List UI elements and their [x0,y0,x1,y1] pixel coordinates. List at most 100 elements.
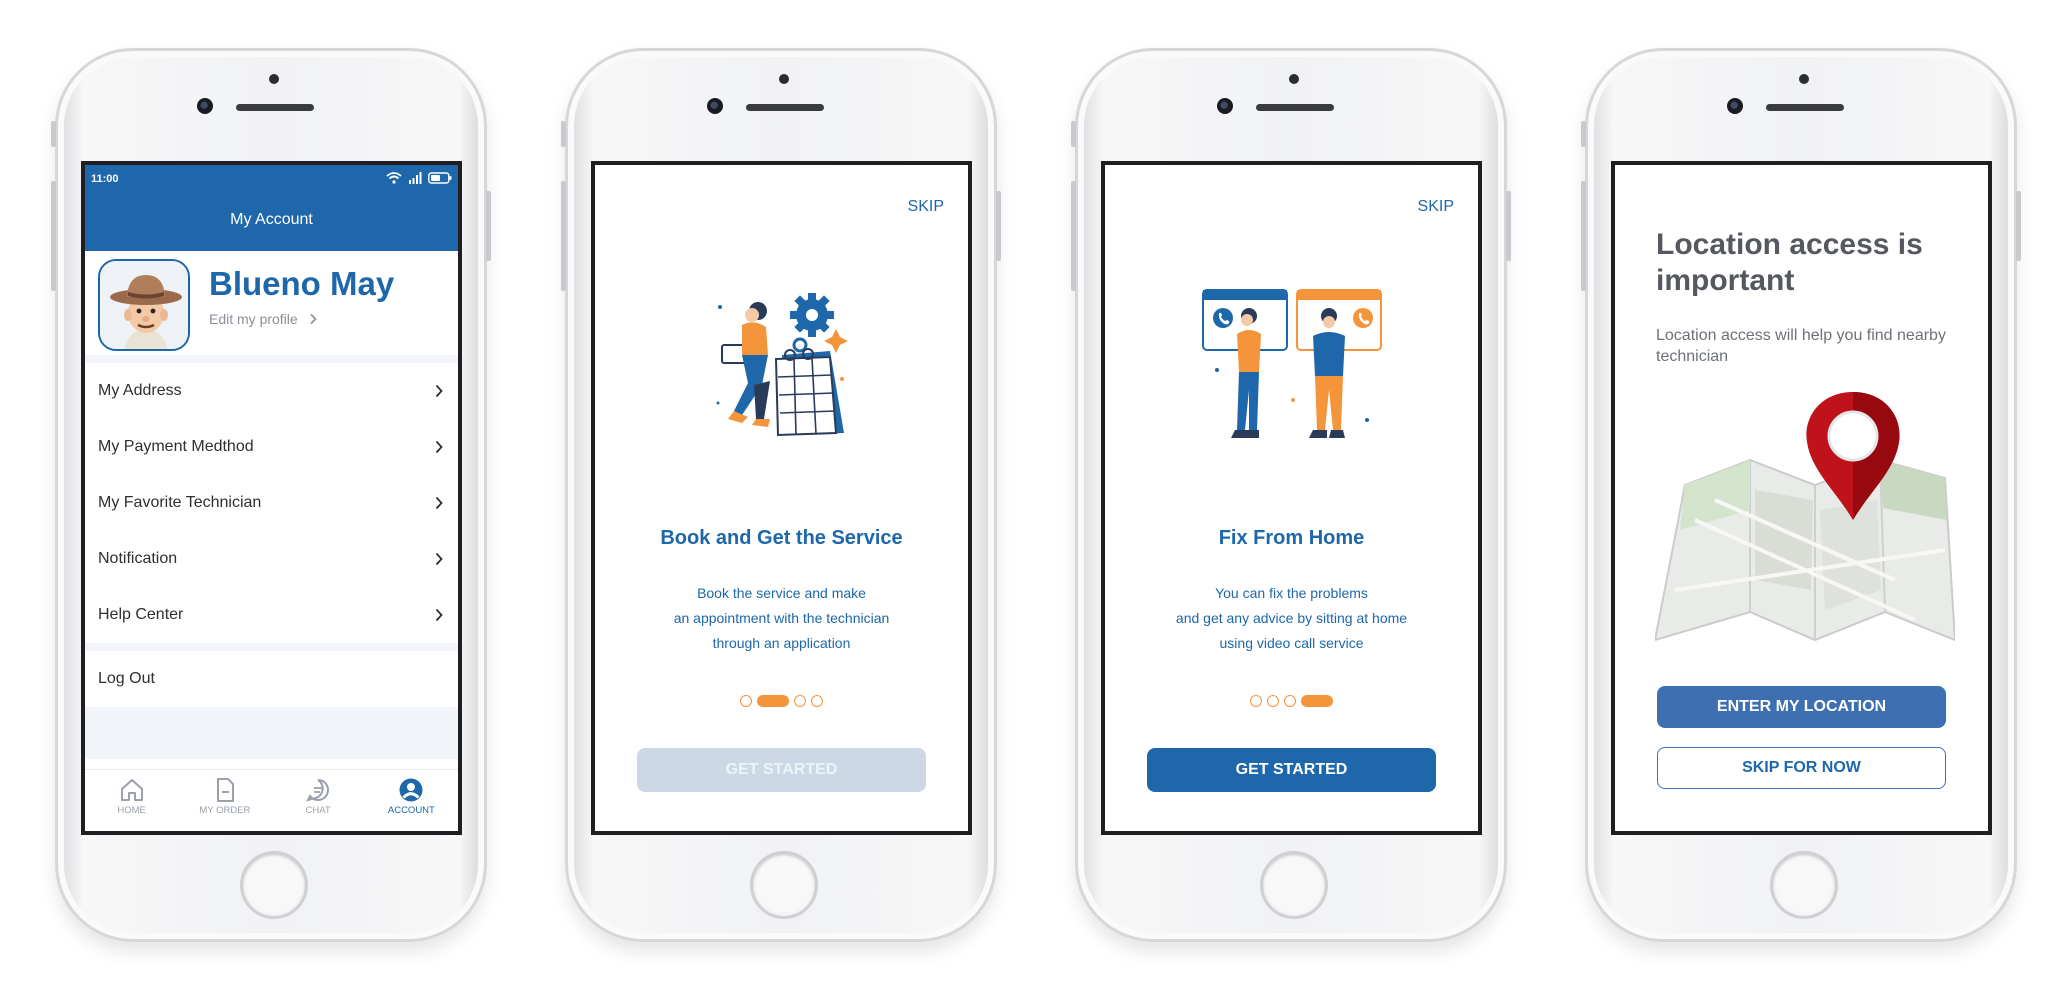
avatar[interactable] [98,259,190,351]
tab-label: HOME [117,805,146,816]
page-dot[interactable] [740,695,752,707]
chevron-right-icon [310,313,317,325]
phone-frame-onboarding-home: SKIP Fix From Home You can fix the probl… [1071,48,1511,942]
menu-item-notification[interactable]: Notification [85,531,458,587]
gear-icon [789,293,834,337]
signal-icon [409,172,422,184]
get-started-button[interactable]: GET STARTED [1147,748,1436,792]
earpiece-speaker [236,104,314,111]
front-sensor [1799,74,1809,84]
booking-illustration [716,293,848,437]
menu-item-label: My Favorite Technician [98,494,262,511]
chat-icon [306,779,330,802]
chevron-right-icon [435,496,443,510]
location-screen: Location access is important Location ac… [1611,161,1992,835]
page-indicator [1105,695,1478,707]
tab-label: CHAT [305,805,331,816]
location-title: Location access is important [1656,228,1923,297]
onboarding-description: You can fix the problems and get any adv… [1125,581,1458,656]
status-time: 11:00 [91,173,119,185]
description-line: through an application [712,635,851,651]
onboarding-title: Book and Get the Service [660,527,903,549]
front-camera [707,98,723,114]
skip-button[interactable]: SKIP [908,198,944,216]
location-subtitle: Location access will help you find nearb… [1656,327,1946,365]
phone-frame-account: 11:00 My Account Blueno May Edit my prof… [51,48,491,942]
phone-frame-onboarding-book: SKIP Book and Get the Service Book the s… [561,48,1001,942]
menu-item-help-center[interactable]: Help Center [85,587,458,643]
map-pin-illustration [1655,392,1955,642]
front-camera [1727,98,1743,114]
tab-label: ACCOUNT [387,805,435,816]
earpiece-speaker [746,104,824,111]
page-dot[interactable] [1250,695,1262,707]
power-button [1506,191,1511,261]
onboarding-home-screen: SKIP Fix From Home You can fix the probl… [1101,161,1482,835]
home-button [1770,851,1838,919]
menu-divider [85,643,458,651]
logout-button[interactable]: Log Out [85,651,458,707]
chevron-right-icon [435,440,443,454]
earpiece-speaker [1256,104,1334,111]
page-dot[interactable] [1267,695,1279,707]
menu-background [85,707,458,759]
menu-item-label: My Address [98,382,182,399]
onboarding-title: Fix From Home [1218,527,1365,549]
page-dot-active[interactable] [1301,695,1333,707]
home-button [240,851,308,919]
front-sensor [779,74,789,84]
onboarding-book-screen: SKIP Book and Get the Service Book the s… [591,161,972,835]
battery-icon [428,172,452,184]
page-dot[interactable] [811,695,823,707]
account-screen: 11:00 My Account Blueno May Edit my prof… [81,161,462,835]
account-icon [399,778,423,802]
skip-button[interactable]: SKIP [1418,198,1454,216]
page-dot[interactable] [794,695,806,707]
description-line: and get any advice by sitting at home [1175,610,1408,626]
chevron-right-icon [435,552,443,566]
menu-item-label: Notification [98,550,178,567]
tab-my-order[interactable]: MY ORDER [178,770,271,831]
tab-home[interactable]: HOME [85,770,178,831]
profile-name: Blueno May [209,265,395,302]
page-title: My Account [230,211,313,228]
edit-profile-link[interactable]: Edit my profile [209,311,318,327]
menu-item-address[interactable]: My Address [85,363,458,419]
cowboy-avatar-illustration [100,261,188,349]
menu-item-label: My Payment Medthod [98,438,254,455]
tab-label: MY ORDER [199,805,251,816]
power-button [2016,191,2021,261]
earpiece-speaker [1766,104,1844,111]
wifi-icon [386,172,402,184]
document-icon [216,778,234,802]
description-line: Book the service and make [697,585,866,601]
description-line: using video call service [1219,635,1364,651]
chevron-right-icon [435,608,443,622]
power-button [486,191,491,261]
enter-location-button[interactable]: ENTER MY LOCATION [1657,686,1946,728]
bottom-tab-bar: HOME MY ORDER CHAT ACCOUNT [85,769,458,831]
front-sensor [1289,74,1299,84]
home-button [1260,851,1328,919]
home-icon [120,779,143,801]
get-started-button[interactable]: GET STARTED [637,748,926,792]
power-button [996,191,1001,261]
menu-item-favorite-technician[interactable]: My Favorite Technician [85,475,458,531]
home-button [750,851,818,919]
page-dot-active[interactable] [757,695,789,707]
description-line: You can fix the problems [1215,585,1368,601]
front-camera [197,98,213,114]
menu-item-label: Help Center [98,606,184,623]
skip-for-now-button[interactable]: SKIP FOR NOW [1657,747,1946,789]
profile-card[interactable]: Blueno May Edit my profile [85,251,458,363]
video-call-illustration [1201,289,1382,438]
edit-profile-label: Edit my profile [209,311,298,327]
description-line: an appointment with the technician [673,610,890,626]
tab-account[interactable]: ACCOUNT [365,770,458,831]
tab-chat[interactable]: CHAT [272,770,365,831]
page-dot[interactable] [1284,695,1296,707]
phone-frame-location: Location access is important Location ac… [1581,48,2021,942]
front-sensor [269,74,279,84]
menu-item-payment-method[interactable]: My Payment Medthod [85,419,458,475]
page-indicator [595,695,968,707]
